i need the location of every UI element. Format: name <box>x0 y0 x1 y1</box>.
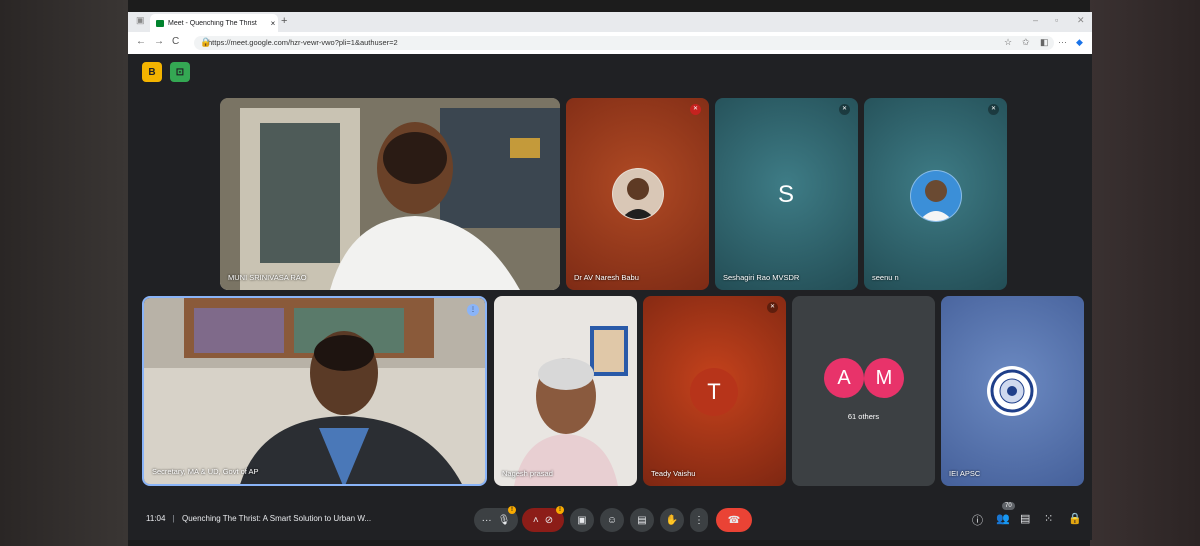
emoji-icon: ☺ <box>606 514 618 526</box>
new-tab-button[interactable]: + <box>281 15 287 27</box>
captions-icon: ▣ <box>577 514 587 526</box>
others-count-label: 61 others <box>847 412 880 421</box>
camera-warning-badge: ! <box>556 506 564 514</box>
browser-tab[interactable]: Meet - Quenching The Thrist × <box>150 14 278 32</box>
badge-screen[interactable]: ⊡ <box>170 62 190 82</box>
avatar <box>612 168 664 220</box>
participant-tile[interactable]: IEI APSC <box>941 296 1084 486</box>
participant-name: MUNI SRINIVASA RAO <box>228 273 307 282</box>
avatar-letter: S <box>777 181 794 208</box>
participant-name: IEI APSC <box>949 469 981 478</box>
participant-tile[interactable]: MUNI SRINIVASA RAO <box>220 98 560 290</box>
background-left <box>0 0 128 546</box>
emoji-button[interactable]: ☺ <box>600 508 624 532</box>
participant-name: Dr AV Naresh Babu <box>574 273 639 282</box>
people-icon[interactable]: 👥 <box>996 512 1010 525</box>
minimize-icon[interactable]: – <box>1033 15 1038 25</box>
participant-tile[interactable]: ✕ seenu n <box>864 98 1007 290</box>
meeting-details-icon[interactable]: ⓘ <box>972 512 983 528</box>
tab-close-icon[interactable]: × <box>268 19 278 28</box>
host-controls-icon[interactable]: 🔒 <box>1068 512 1082 525</box>
maximize-icon[interactable]: ▫ <box>1055 15 1058 25</box>
participant-name: Teady Vaishu <box>651 469 696 478</box>
extensions-icon[interactable]: ◧ <box>1040 37 1049 48</box>
video-feed-nagesh <box>494 296 637 486</box>
reload-icon[interactable]: C <box>172 36 179 47</box>
more-vert-icon: ⋮ <box>694 514 704 526</box>
activities-icon[interactable]: ⁙ <box>1044 512 1053 525</box>
participant-tile[interactable]: ✕ Dr AV Naresh Babu <box>566 98 709 290</box>
participant-name: Secretary, MA & UD, Govt of AP <box>152 467 259 476</box>
captions-button[interactable]: ▣ <box>570 508 594 532</box>
participant-tile[interactable]: Nagesh prasad <box>494 296 637 486</box>
iei-logo-icon <box>987 366 1037 416</box>
meet-control-bar: 11:04 | Quenching The Thrist: A Smart So… <box>128 500 1092 540</box>
meet-favicon-icon <box>156 19 164 27</box>
present-button[interactable]: ▤ <box>630 508 654 532</box>
lock-icon: 🔒 <box>200 37 212 47</box>
participant-tile[interactable]: ✕ S Seshagiri Rao MVSDR <box>715 98 858 290</box>
meeting-title: Quenching The Thrist: A Smart Solution t… <box>181 514 372 523</box>
participant-name: Seshagiri Rao MVSDR <box>723 273 800 282</box>
mic-off-icon: ✕ <box>767 302 778 313</box>
mic-icon: 🎙 <box>497 514 511 526</box>
badge-b[interactable]: B <box>142 62 162 82</box>
participant-name: seenu n <box>872 273 899 282</box>
others-tile[interactable]: A M 61 others <box>792 296 935 486</box>
camera-off-icon: ⊘ <box>544 514 554 526</box>
hand-icon: ✋ <box>665 514 679 526</box>
window-menu-icon[interactable]: ▣ <box>136 15 145 26</box>
avatar <box>910 170 962 222</box>
back-icon[interactable]: ← <box>136 36 146 47</box>
favorites-icon[interactable]: ✩ <box>1022 37 1030 48</box>
meeting-time: 11:04 <box>146 514 166 523</box>
avatar-letter: M <box>864 358 904 398</box>
tab-title: Meet - Quenching The Thrist <box>168 19 257 27</box>
browser-window: ▣ Meet - Quenching The Thrist × + – ▫ ✕ … <box>128 12 1092 540</box>
mic-warning-badge: ! <box>508 506 516 514</box>
more-options-button[interactable]: ⋮ <box>690 508 708 532</box>
participant-tile[interactable]: ✕ T Teady Vaishu <box>643 296 786 486</box>
mic-off-icon: ✕ <box>690 104 701 115</box>
participant-count-badge: 70 <box>1002 502 1015 510</box>
favorite-star-icon[interactable]: ☆ <box>1004 37 1012 48</box>
copilot-icon[interactable]: ◆ <box>1076 37 1083 48</box>
more-options-icon: ··· <box>481 514 492 526</box>
video-feed-muni <box>220 98 560 290</box>
separator: | <box>172 514 175 523</box>
avatar-letter: T <box>690 368 738 416</box>
tab-bar: ▣ Meet - Quenching The Thrist × + – ▫ ✕ <box>128 12 1092 32</box>
avatar-letter: A <box>824 358 864 398</box>
close-window-icon[interactable]: ✕ <box>1077 15 1085 26</box>
present-icon: ▤ <box>637 514 647 526</box>
video-feed-secretary <box>144 298 485 484</box>
chat-icon[interactable]: ▤ <box>1020 512 1030 525</box>
more-menu-icon[interactable]: ··· <box>1058 37 1067 47</box>
forward-icon[interactable]: → <box>154 36 164 47</box>
end-call-icon: ☎ <box>727 514 741 526</box>
participant-name: Nagesh prasad <box>502 469 553 478</box>
leave-call-button[interactable]: ☎ <box>716 508 752 532</box>
url-field[interactable]: https://meet.google.com/hzr-vewr-vwo?pli… <box>194 36 1054 50</box>
participant-tile-active-speaker[interactable]: ⋮ Secretary, MA & UD, Govt of AP <box>142 296 487 486</box>
meeting-info: 11:04 | Quenching The Thrist: A Smart So… <box>146 514 371 523</box>
mic-off-icon: ✕ <box>988 104 999 115</box>
speaking-indicator-icon: ⋮ <box>467 304 479 316</box>
background-right <box>1090 0 1200 546</box>
meet-stage: B ⊡ MUNI SRINIVASA RAO ✕ Dr AV Naresh Ba… <box>128 54 1092 540</box>
raise-hand-button[interactable]: ✋ <box>660 508 684 532</box>
address-bar: ← → C https://meet.google.com/hzr-vewr-v… <box>128 32 1092 55</box>
mic-off-icon: ✕ <box>839 104 850 115</box>
chevron-up-icon: ˄ <box>532 514 539 526</box>
